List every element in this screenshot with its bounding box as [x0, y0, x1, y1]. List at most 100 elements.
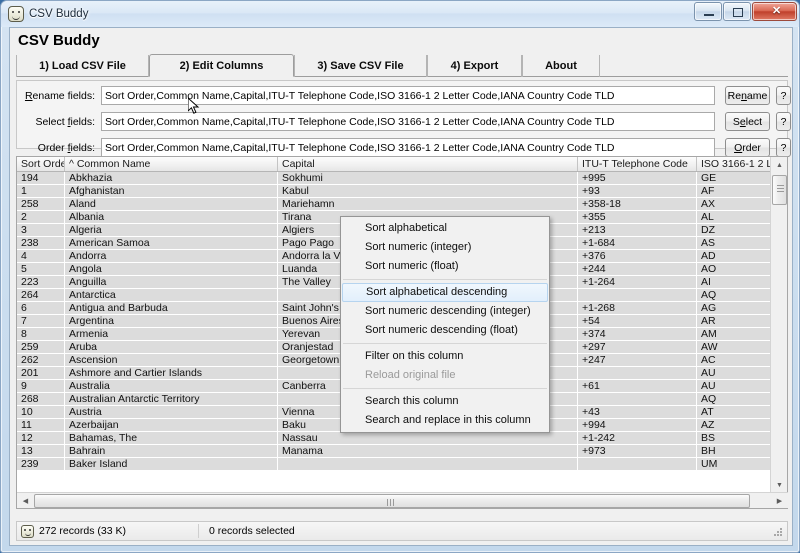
column-context-menu[interactable]: Sort alphabetical Sort numeric (integer) S… — [340, 216, 550, 433]
column-header-capital[interactable]: Capital — [278, 157, 578, 171]
title-bar: CSV Buddy ✕ — [1, 1, 799, 27]
order-fields-input[interactable] — [101, 138, 715, 157]
table-cell-iso: AD — [701, 250, 716, 262]
status-bar: 272 records (33 K) 0 records selected — [16, 521, 788, 541]
vertical-scrollbar[interactable]: ▲ ▼ — [770, 157, 787, 494]
tab-export[interactable]: 4) Export — [427, 55, 522, 77]
table-cell-capital — [278, 458, 578, 471]
table-cell-sort-order: 238 — [17, 237, 65, 250]
tab-strip: 1) Load CSV File 2) Edit Columns 3) Save… — [16, 54, 788, 77]
table-cell-sort-order: 2 — [17, 211, 65, 224]
table-cell-iso: AO — [701, 263, 717, 275]
table-cell-itu: +358-18 — [578, 198, 697, 211]
table-cell-common-name: Australia — [65, 380, 278, 393]
rename-button[interactable]: Re n ame — [725, 86, 770, 105]
table-cell-iso: AF — [701, 185, 715, 197]
select-button[interactable]: Se lect — [725, 112, 770, 131]
table-row[interactable]: 13 Bahrain Manama +973 BH — [17, 445, 772, 458]
table-cell-sort-order: 194 — [17, 172, 65, 185]
table-cell-common-name: Azerbaijan — [65, 419, 278, 432]
table-cell-common-name: Ashmore and Cartier Islands — [65, 367, 278, 380]
table-cell-sort-order: 259 — [17, 341, 65, 354]
menu-item-search-and-replace-in-this-column[interactable]: Search and replace in this column — [341, 411, 549, 430]
table-cell-common-name: Argentina — [65, 315, 278, 328]
tab-edit-columns[interactable]: 2) Edit Columns — [149, 54, 294, 77]
table-row[interactable]: 1 Afghanistan Kabul +93 AF — [17, 185, 772, 198]
maximize-button[interactable] — [723, 2, 751, 21]
table-cell-itu: +973 — [578, 445, 697, 458]
menu-item-sort-numeric-descending-integer[interactable]: Sort numeric descending (integer) — [341, 302, 549, 321]
close-button[interactable]: ✕ — [752, 2, 797, 21]
table-cell-sort-order: 8 — [17, 328, 65, 341]
table-cell-capital: Kabul — [278, 185, 578, 198]
table-row[interactable]: 12 Bahamas, The Nassau +1-242 BS — [17, 432, 772, 445]
field-editor-panel: Rename fields: Rename ? Select fields: S… — [16, 80, 791, 157]
table-cell-itu — [578, 289, 697, 302]
menu-item-sort-numeric-float[interactable]: Sort numeric (float) — [341, 257, 549, 276]
rename-help-button[interactable]: ? — [776, 86, 791, 105]
table-cell-common-name: Afghanistan — [65, 185, 278, 198]
menu-item-filter-on-this-column[interactable]: Filter on this column — [341, 347, 549, 366]
select-button-post: lect — [745, 115, 763, 128]
table-cell-common-name: Andorra — [65, 250, 278, 263]
vertical-scroll-thumb[interactable] — [772, 175, 787, 205]
table-cell-common-name: Abkhazia — [65, 172, 278, 185]
table-row[interactable]: 258 Aland Mariehamn +358-18 AX — [17, 198, 772, 211]
horizontal-scroll-thumb[interactable] — [34, 494, 750, 508]
table-cell-sort-order: 262 — [17, 354, 65, 367]
scroll-left-arrow[interactable]: ◀ — [17, 493, 34, 508]
horizontal-scrollbar[interactable]: ◀ ▶ — [17, 492, 788, 508]
minimize-button[interactable] — [694, 2, 722, 21]
table-cell-iso: UM — [701, 458, 718, 470]
table-cell-common-name: Ascension — [65, 354, 278, 367]
menu-item-search-this-column[interactable]: Search this column — [341, 392, 549, 411]
order-button[interactable]: Order — [725, 138, 770, 157]
menu-item-sort-numeric-descending-float[interactable]: Sort numeric descending (float) — [341, 321, 549, 340]
order-help-button[interactable]: ? — [776, 138, 791, 157]
table-cell-iso: AG — [701, 302, 717, 314]
table-cell-itu: +54 — [578, 315, 697, 328]
tab-about[interactable]: About — [522, 55, 600, 77]
select-help-button[interactable]: ? — [776, 112, 791, 131]
menu-item-sort-numeric-integer[interactable]: Sort numeric (integer) — [341, 238, 549, 257]
application-window: CSV Buddy ✕ CSV Buddy 1) Load CSV File 2… — [0, 0, 800, 553]
table-cell-itu — [578, 393, 697, 406]
scroll-up-arrow[interactable]: ▲ — [771, 157, 788, 174]
table-cell-iso: AQ — [701, 393, 717, 405]
table-cell-sort-order: 4 — [17, 250, 65, 263]
column-header-iso-code[interactable]: ISO 3166-1 2 Letter Cod — [697, 157, 772, 171]
table-cell-common-name: Aruba — [65, 341, 278, 354]
rename-fields-row: Rename fields: Rename ? — [17, 86, 791, 106]
order-label-post: ields: — [70, 142, 95, 154]
table-cell-itu: +1-264 — [578, 276, 697, 289]
resize-grip-icon[interactable] — [772, 526, 784, 538]
table-cell-common-name: Bahrain — [65, 445, 278, 458]
table-cell-iso: AL — [701, 211, 714, 223]
menu-item-sort-alphabetical-descending[interactable]: Sort alphabetical descending — [342, 283, 548, 302]
select-fields-row: Select fields: Select ? — [17, 112, 791, 132]
table-row[interactable]: 239 Baker Island UM — [17, 458, 772, 471]
table-cell-sort-order: 9 — [17, 380, 65, 393]
menu-item-sort-alphabetical[interactable]: Sort alphabetical — [341, 219, 549, 238]
table-cell-sort-order: 10 — [17, 406, 65, 419]
column-header-common-name[interactable]: ^ Common Name — [65, 157, 278, 171]
table-cell-common-name: Albania — [65, 211, 278, 224]
table-cell-iso: AC — [701, 354, 716, 366]
tab-load-csv-file[interactable]: 1) Load CSV File — [16, 55, 149, 77]
order-button-mnemonic: O — [734, 141, 743, 154]
tab-save-csv-file[interactable]: 3) Save CSV File — [294, 55, 427, 77]
table-cell-sort-order: 264 — [17, 289, 65, 302]
table-cell-common-name: Anguilla — [65, 276, 278, 289]
table-row[interactable]: 194 Abkhazia Sokhumi +995 GE — [17, 172, 772, 185]
table-cell-common-name: American Samoa — [65, 237, 278, 250]
order-fields-label: Order fields: — [17, 138, 95, 158]
scroll-right-arrow[interactable]: ▶ — [771, 493, 788, 508]
table-cell-common-name: Bahamas, The — [65, 432, 278, 445]
table-cell-sort-order: 1 — [17, 185, 65, 198]
table-cell-sort-order: 3 — [17, 224, 65, 237]
table-cell-sort-order: 6 — [17, 302, 65, 315]
column-header-sort-order[interactable]: Sort Order — [17, 157, 65, 171]
table-cell-itu: +374 — [578, 328, 697, 341]
table-cell-common-name: Baker Island — [65, 458, 278, 471]
column-header-itu-code[interactable]: ITU-T Telephone Code — [578, 157, 697, 171]
